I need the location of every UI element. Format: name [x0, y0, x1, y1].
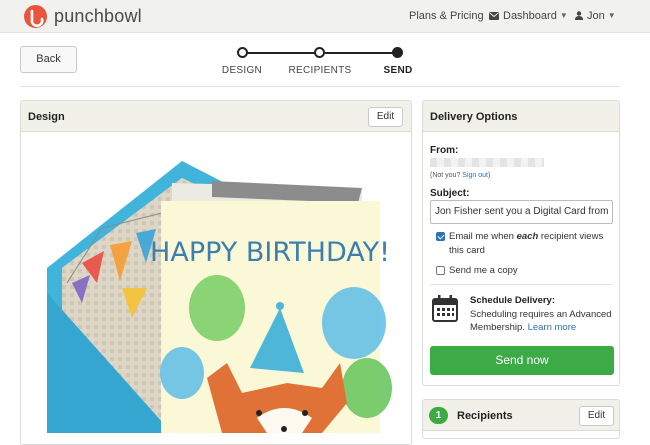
sign-out-link[interactable]: Sign out [462, 172, 488, 179]
design-panel: Design Edit HAPPY BIRTHDAY! [20, 100, 412, 445]
not-you-suffix: ) [487, 172, 491, 179]
birthday-card-image: HAPPY BIRTHDAY! [150, 201, 392, 433]
step-label-design[interactable]: DESIGN [197, 65, 287, 76]
subject-input[interactable]: Jon Fisher sent you a Digital Card from [430, 200, 613, 224]
design-edit-button[interactable]: Edit [368, 107, 403, 127]
step-dot-design [237, 47, 248, 58]
email-me-label: Email me when each recipient views this … [436, 230, 611, 258]
step-connector [325, 52, 393, 54]
recipients-edit-button[interactable]: Edit [579, 406, 614, 426]
recipients-panel: 1 Recipients Edit [422, 399, 620, 439]
punchbowl-logo-icon[interactable] [24, 5, 47, 28]
step-connector [243, 52, 315, 54]
divider [430, 284, 613, 285]
subject-label: Subject: [430, 188, 470, 199]
nav-dashboard[interactable]: Dashboard ▼ [489, 10, 568, 22]
send-now-button[interactable]: Send now [430, 346, 614, 375]
recipients-panel-header: 1 Recipients Edit [423, 400, 619, 431]
recipients-panel-title: Recipients [457, 410, 513, 422]
email-me-text-start: Email me when [449, 231, 517, 242]
sender-email-redacted [430, 158, 544, 167]
nav-user-menu[interactable]: Jon ▼ [575, 10, 616, 22]
email-me-option[interactable]: Email me when each recipient views this … [436, 230, 611, 258]
card-greeting-text: HAPPY BIRTHDAY! [150, 237, 390, 268]
logo-wordmark[interactable]: punchbowl [54, 6, 142, 27]
nav-dashboard-label: Dashboard [503, 10, 557, 22]
envelope-icon [489, 12, 499, 20]
step-dot-recipients [314, 47, 325, 58]
recipients-count-badge: 1 [429, 407, 448, 424]
step-dot-send [392, 47, 403, 58]
delivery-panel-header: Delivery Options [423, 101, 619, 132]
back-button[interactable]: Back [20, 46, 77, 73]
step-label-send: SEND [383, 65, 413, 76]
schedule-delivery-text: Scheduling requires an Advanced Membersh… [470, 308, 619, 334]
send-copy-checkbox[interactable] [436, 266, 445, 275]
not-you-text: (Not you? Sign out) [430, 172, 490, 179]
chevron-down-icon: ▼ [607, 11, 616, 20]
from-label: From: [430, 145, 459, 156]
nav-plans-pricing[interactable]: Plans & Pricing [409, 10, 484, 22]
chevron-down-icon: ▼ [559, 11, 568, 20]
card-preview: HAPPY BIRTHDAY! [22, 133, 411, 433]
calendar-icon [432, 295, 458, 322]
design-panel-title: Design [28, 111, 65, 123]
design-panel-header: Design Edit [21, 101, 411, 132]
schedule-delivery-title: Schedule Delivery: [470, 295, 556, 306]
delivery-options-panel: Delivery Options From: (Not you? Sign ou… [422, 100, 620, 386]
user-icon [575, 11, 583, 20]
delivery-panel-title: Delivery Options [430, 111, 518, 123]
divider [20, 86, 620, 87]
send-copy-label: Send me a copy [449, 265, 518, 276]
step-label-recipients[interactable]: RECIPIENTS [275, 65, 365, 76]
learn-more-link[interactable]: Learn more [528, 322, 577, 333]
email-me-checkbox[interactable] [436, 232, 445, 241]
top-navigation: punchbowl Plans & Pricing Dashboard ▼ Jon… [0, 0, 650, 33]
email-me-text-emphasis: each [516, 231, 539, 242]
card-illustration: HAPPY BIRTHDAY! [47, 161, 392, 433]
nav-user-label: Jon [587, 10, 605, 22]
not-you-prefix: (Not you? [430, 172, 463, 179]
send-copy-option[interactable]: Send me a copy [436, 264, 611, 278]
